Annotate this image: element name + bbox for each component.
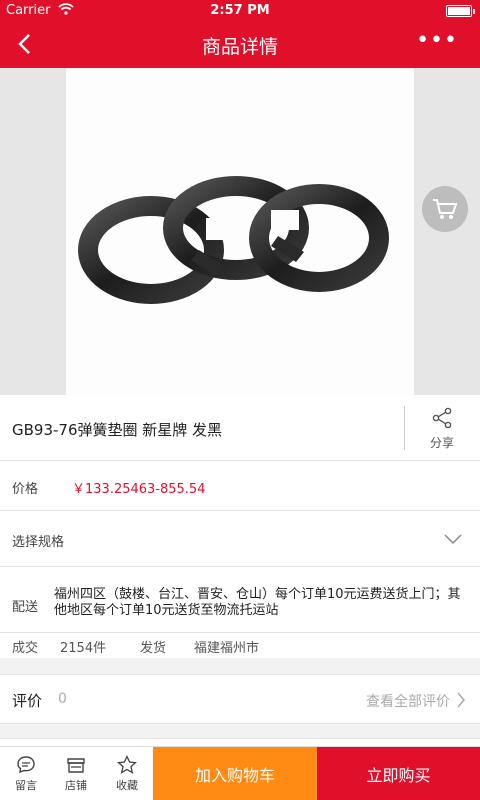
status-bar: Carrier 2:57 PM [0, 0, 480, 22]
favorite-button[interactable]: 收藏 [105, 751, 149, 793]
chevron-right-icon [457, 692, 465, 708]
price-value: ￥133.25463-855.54 [72, 482, 206, 497]
deal-label: 成交 [12, 641, 39, 656]
battery-icon [446, 5, 472, 17]
spring-washer-image [78, 176, 389, 304]
product-name: GB93-76弹簧垫圈 新星牌 发黑 [12, 421, 223, 439]
ship-label: 发货 [140, 641, 167, 656]
divider [404, 406, 405, 450]
product-photo[interactable] [66, 68, 414, 395]
share-button[interactable]: 分享 [420, 407, 464, 451]
nav-bar: 商品详情 ••• [0, 22, 480, 68]
shop-label: 店铺 [65, 779, 87, 792]
message-label: 留言 [15, 779, 37, 792]
delivery-row: 配送 福州四区（鼓楼、台江、晋安、仓山）每个订单10元运费送货上门；其他地区每个… [0, 567, 480, 633]
reviews-count: 0 [58, 691, 67, 707]
add-to-cart-button[interactable]: 加入购物车 [153, 747, 317, 800]
favorite-label: 收藏 [116, 779, 138, 792]
delivery-label: 配送 [12, 600, 39, 615]
shop-button[interactable]: 店铺 [54, 751, 98, 793]
product-image-area [0, 68, 480, 395]
battery-nub [473, 9, 475, 14]
reviews-label: 评价 [12, 692, 43, 710]
select-spec-label: 选择规格 [12, 535, 65, 550]
select-spec-row[interactable]: 选择规格 [0, 511, 480, 567]
message-button[interactable]: 留言 [4, 751, 48, 793]
share-icon [432, 407, 452, 429]
deal-row: 成交 2154件 发货 福建福州市 [0, 633, 480, 658]
delivery-text: 福州四区（鼓楼、台江、晋安、仓山）每个订单10元运费送货上门；其他地区每个订单1… [54, 587, 461, 618]
product-info: GB93-76弹簧垫圈 新星牌 发黑 分享 价格 ￥133.25463-855.… [0, 395, 480, 658]
share-label: 分享 [429, 436, 454, 450]
deal-count: 2154件 [60, 641, 107, 656]
more-menu-icon[interactable]: ••• [416, 30, 458, 52]
buy-now-button[interactable]: 立即购买 [317, 747, 480, 800]
price-row: 价格 ￥133.25463-855.54 [0, 461, 480, 511]
ship-from: 福建福州市 [194, 641, 260, 656]
cart-icon [433, 199, 458, 219]
page-title: 商品详情 [201, 36, 278, 58]
product-name-row: GB93-76弹簧垫圈 新星牌 发黑 分享 [0, 395, 480, 461]
price-label: 价格 [12, 482, 39, 497]
view-all-reviews-link[interactable]: 查看全部评价 [366, 691, 450, 711]
chevron-down-icon [444, 534, 462, 545]
bottom-action-bar: 留言 店铺 收藏 加入购物车 立即购买 [0, 746, 480, 800]
reviews-row[interactable]: 评价 0 查看全部评价 [0, 674, 480, 724]
star-icon [117, 755, 137, 774]
floating-cart-button[interactable] [422, 186, 468, 232]
chat-bubble-icon [17, 756, 35, 774]
shop-icon [67, 758, 85, 773]
status-time: 2:57 PM [210, 3, 270, 18]
